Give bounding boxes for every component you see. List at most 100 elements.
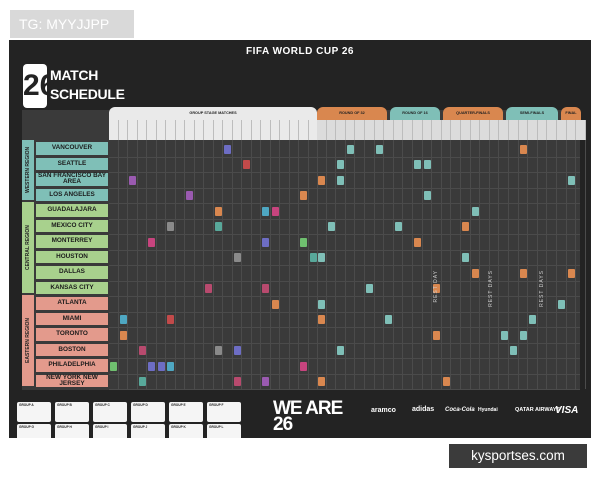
date-header-20 xyxy=(299,120,309,140)
city-13: BOSTON xyxy=(36,343,108,356)
region-label-0: WESTERN REGION xyxy=(25,146,31,194)
date-header-43 xyxy=(518,120,529,140)
date-header-41 xyxy=(499,120,509,140)
match-cell xyxy=(567,175,575,185)
grid-row-2 xyxy=(109,173,580,189)
group-table-D: GROUP D xyxy=(131,402,165,422)
stage-header-4: SEMI-FINALS xyxy=(506,107,558,120)
date-header-25 xyxy=(345,120,356,140)
match-cell xyxy=(300,237,308,247)
region-label-2: EASTERN REGION xyxy=(25,318,31,364)
date-header-8 xyxy=(185,120,195,140)
group-table-C: GROUP C xyxy=(93,402,127,422)
match-cell xyxy=(375,144,383,154)
date-header-49 xyxy=(576,120,586,140)
date-header-38 xyxy=(470,120,481,140)
date-header-7 xyxy=(175,120,185,140)
date-header-30 xyxy=(393,120,404,140)
grid-row-4 xyxy=(109,204,580,220)
date-header-31 xyxy=(403,120,413,140)
match-cell xyxy=(318,299,326,309)
city-12: TORONTO xyxy=(36,328,108,341)
date-header-29 xyxy=(384,120,394,140)
match-cell xyxy=(119,330,127,340)
match-cell xyxy=(110,361,118,371)
group-table-I: GROUP I xyxy=(93,424,127,438)
match-cell xyxy=(233,377,241,386)
date-header-1 xyxy=(118,120,128,140)
date-header-0 xyxy=(109,120,119,140)
date-header-13 xyxy=(232,120,242,140)
match-cell xyxy=(423,160,431,169)
date-header-4 xyxy=(147,120,157,140)
match-cell xyxy=(318,175,326,185)
group-label-L: GROUP L xyxy=(209,425,224,429)
city-7: HOUSTON xyxy=(36,250,108,263)
grid-row-5 xyxy=(109,220,580,235)
date-header-14 xyxy=(242,120,252,140)
date-header-27 xyxy=(365,120,375,140)
city-15: NEW YORK NEW JERSEY xyxy=(36,374,108,387)
match-cell xyxy=(327,222,335,231)
group-label-H: GROUP H xyxy=(57,425,72,429)
match-cell xyxy=(271,206,279,216)
match-cell xyxy=(462,253,470,262)
date-header-37 xyxy=(461,120,471,140)
group-table-J: GROUP J xyxy=(131,424,165,438)
date-header-10 xyxy=(204,120,214,140)
we-are-26-logo: WE ARE 26 xyxy=(273,398,343,435)
grid-row-3 xyxy=(109,189,580,204)
logo-title-line2: SCHEDULE xyxy=(50,86,125,102)
match-cell xyxy=(300,361,308,371)
match-cell xyxy=(414,160,422,169)
stage-header-3: QUARTER-FINALS xyxy=(443,107,503,120)
city-11: MIAMI xyxy=(36,312,108,325)
city-5: MEXICO CITY xyxy=(36,219,108,232)
date-header-33 xyxy=(422,120,433,140)
group-label-G: GROUP G xyxy=(19,425,34,429)
date-header-48 xyxy=(566,120,577,140)
date-header-19 xyxy=(289,120,299,140)
date-header-5 xyxy=(156,120,166,140)
region-label-1: CENTRAL REGION xyxy=(25,225,31,270)
match-cell xyxy=(262,284,270,293)
stage-header-2: ROUND OF 16 xyxy=(390,107,440,120)
match-cell xyxy=(529,315,537,324)
group-table-L: GROUP L xyxy=(207,424,241,438)
grid-row-12 xyxy=(109,328,580,344)
date-header-36 xyxy=(451,120,461,140)
match-cell xyxy=(262,377,270,386)
match-cell xyxy=(129,175,137,185)
match-cell xyxy=(558,299,566,309)
match-cell xyxy=(138,346,146,355)
match-cell xyxy=(395,222,402,231)
group-label-C: GROUP C xyxy=(95,403,110,407)
match-cell xyxy=(510,346,518,355)
match-cell xyxy=(433,330,441,340)
group-table-F: GROUP F xyxy=(207,402,241,422)
sponsor-hyundai: Hyundai xyxy=(478,407,498,413)
stage-header-0: GROUP STAGE MATCHES xyxy=(109,107,317,120)
grid-row-6 xyxy=(109,235,580,251)
rest-days-label-2: REST DAYS xyxy=(539,270,545,307)
sponsor-visa: VISA xyxy=(555,405,579,416)
date-header-32 xyxy=(413,120,423,140)
date-header-18 xyxy=(280,120,290,140)
group-label-B: GROUP B xyxy=(57,403,72,407)
city-1: SEATTLE xyxy=(36,157,108,170)
match-cell xyxy=(205,284,213,293)
group-table-A: GROUP A xyxy=(17,402,51,422)
grid-row-11 xyxy=(109,313,580,328)
group-table-G: GROUP G xyxy=(17,424,51,438)
match-cell xyxy=(318,377,326,386)
poster-header: FIFA WORLD CUP 26 xyxy=(246,46,354,57)
city-14: PHILADELPHIA xyxy=(36,359,108,372)
match-schedule-logo: 26 MATCH SCHEDULE xyxy=(23,64,125,108)
date-header-16 xyxy=(261,120,271,140)
match-cell xyxy=(443,377,450,386)
match-cell xyxy=(262,206,270,216)
sponsor-coca-cola: Coca-Cola xyxy=(445,407,475,413)
stage-header-5: FINAL xyxy=(561,107,581,120)
match-cell xyxy=(214,346,222,355)
match-cell xyxy=(318,315,326,324)
